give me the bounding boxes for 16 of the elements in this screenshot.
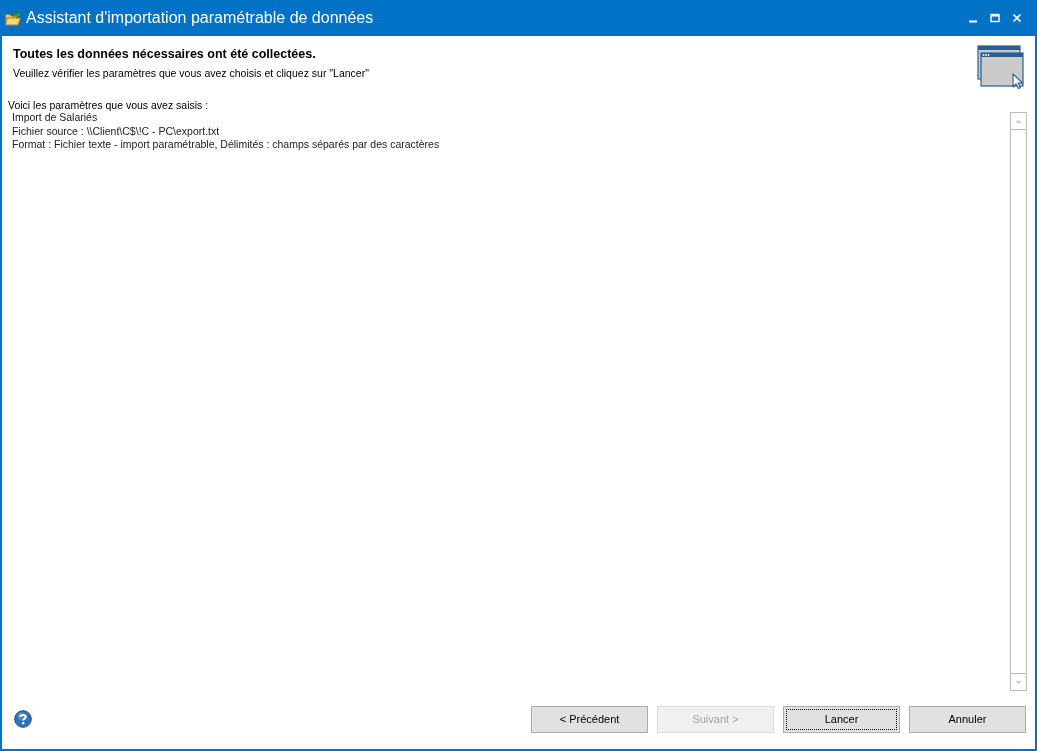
windows-cursor-icon [977,45,1027,89]
summary-text-area[interactable]: Import de Salariés Fichier source : \\Client\C$\!C - PC\export.txt Format : Fichier texte - import paramétrable, Délimités : champs séparés par des caractères [8,112,1027,691]
summary-line: Import de Salariés [12,111,98,125]
summary-intro: Voici les paramètres que vous avez saisis : [8,99,209,112]
step-subtitle: Veuillez vérifier les paramètres que vous avez choisis et cliquez sur "Lancer" [13,67,369,79]
summary-line: Format : Fichier texte - import paramétrable, Délimités : champs séparés par des caractères [12,138,440,152]
step-title: Toutes les données nécessaires ont été collectées. [13,47,317,61]
wizard-button[interactable]: < Précédent [531,705,648,733]
folder-icon [5,10,21,26]
maximize-icon[interactable] [990,13,1000,23]
help-icon[interactable] [14,710,32,728]
summary-line: Fichier source : \\Client\C$\!C - PC\export.txt [12,124,220,138]
window-title: Assistant d'importation paramétrable de données [26,9,374,27]
wizard-button[interactable]: Lancer [783,705,900,733]
close-icon[interactable] [1012,13,1022,23]
wizard-button[interactable]: Annuler [909,705,1026,733]
